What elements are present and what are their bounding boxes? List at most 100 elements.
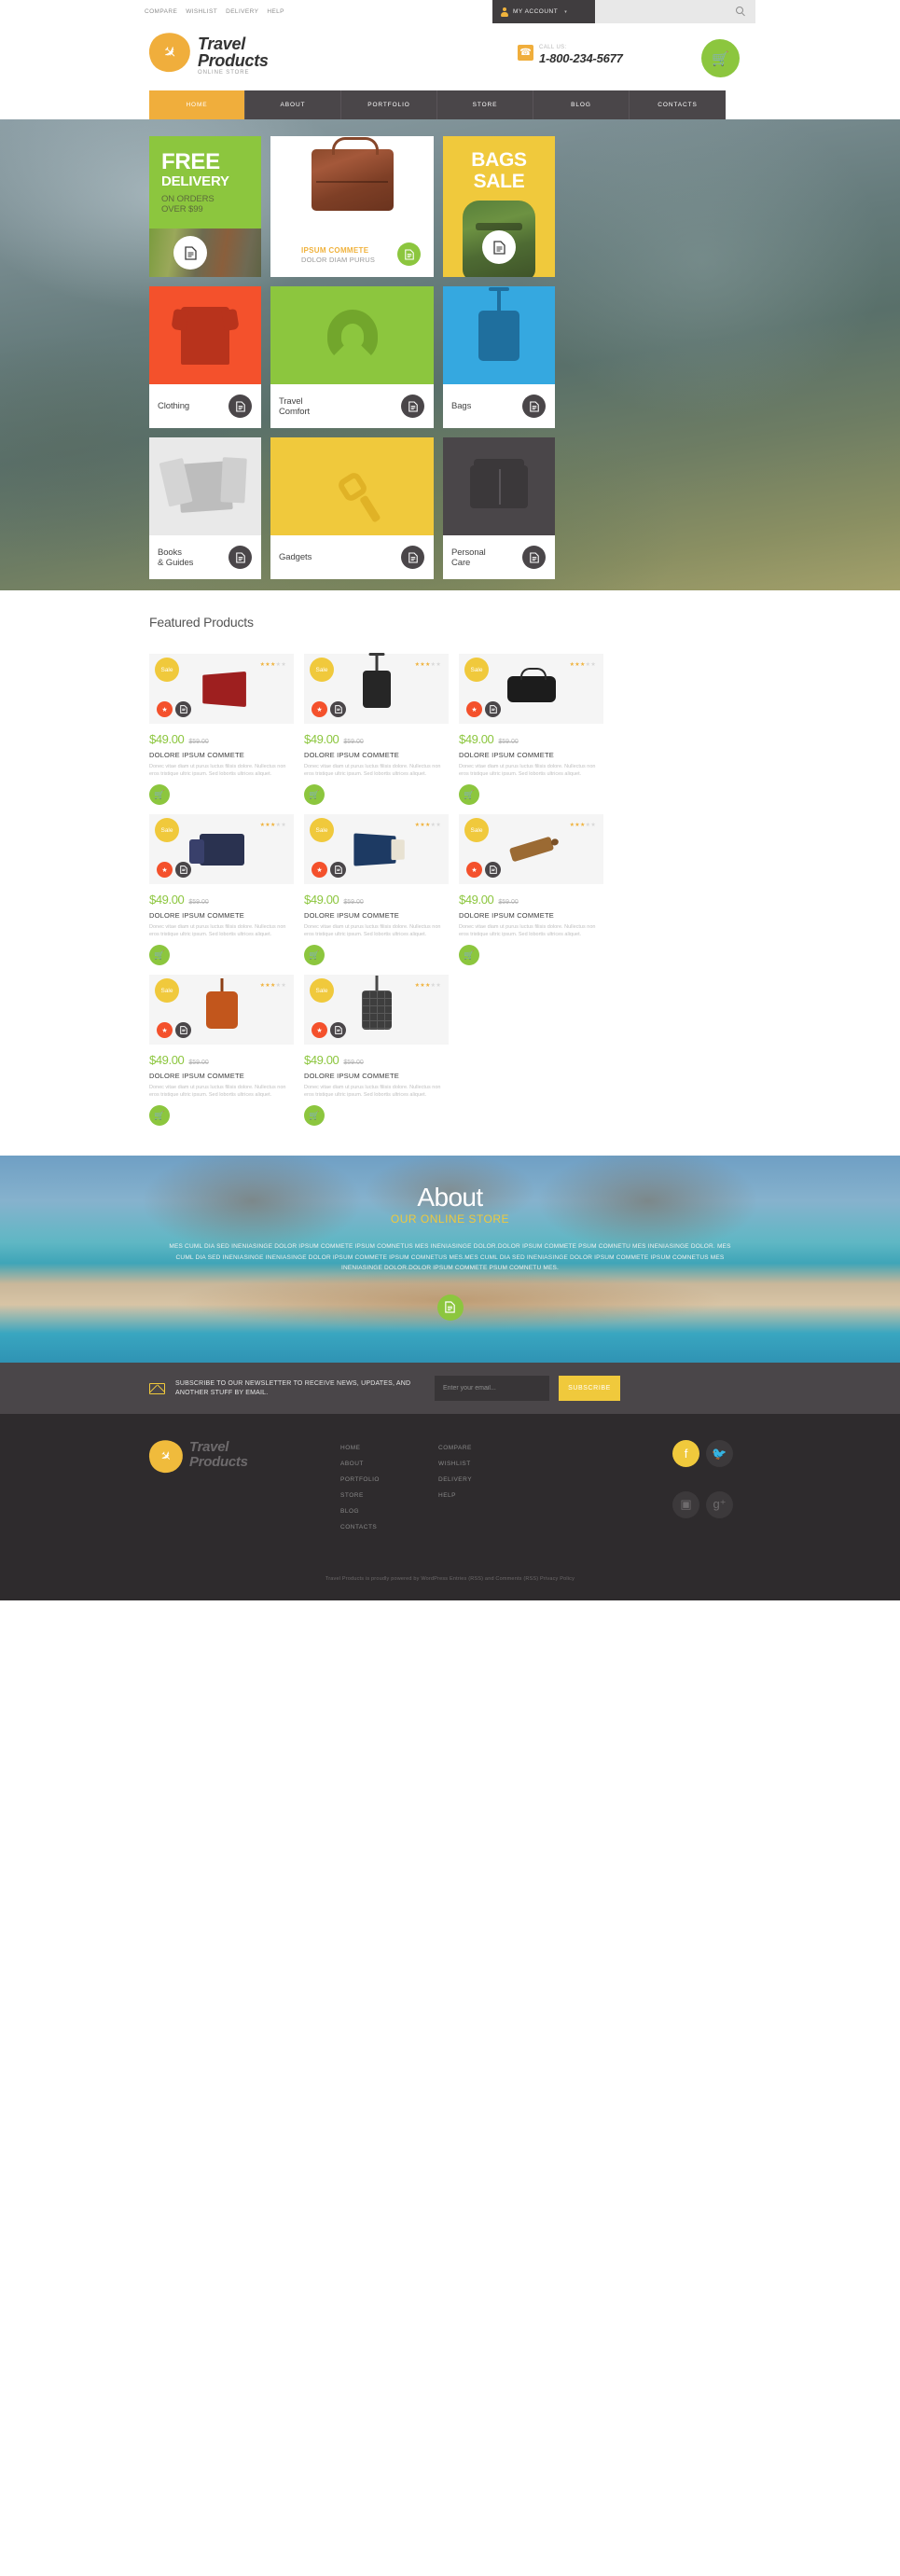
promo-bags-sale[interactable]: BAGS SALE xyxy=(443,136,555,277)
nav-item-blog[interactable]: BLOG xyxy=(533,90,630,119)
product-thumbnail-suitcase xyxy=(362,670,391,708)
instagram-icon[interactable]: ▣ xyxy=(672,1490,699,1518)
add-to-cart-button[interactable]: 🛒 xyxy=(149,1105,170,1126)
add-to-wishlist-button[interactable]: ★ xyxy=(157,701,173,717)
add-to-compare-button[interactable] xyxy=(330,862,346,878)
footer-link-about[interactable]: ABOUT xyxy=(340,1456,438,1472)
product-description: Donec vitae diam ut purus luctus filisis… xyxy=(459,924,596,937)
top-link-wishlist[interactable]: WISHLIST xyxy=(186,8,217,15)
search-icon[interactable] xyxy=(736,7,743,14)
product-card[interactable]: Sale ★★★★★ ★ $49.00 $59.00 DOLORE IPSUM COMME… xyxy=(459,814,603,965)
category-image-travel-comfort xyxy=(270,286,434,384)
promo-center-doc-button[interactable] xyxy=(397,242,421,266)
category-tile-clothing[interactable]: Clothing xyxy=(149,286,261,428)
add-to-compare-button[interactable] xyxy=(330,701,346,717)
footer-link-help[interactable]: HELP xyxy=(438,1488,536,1503)
top-link-compare[interactable]: COMPARE xyxy=(145,8,177,15)
add-to-wishlist-button[interactable]: ★ xyxy=(157,862,173,878)
footer-link-compare[interactable]: COMPARE xyxy=(438,1440,536,1456)
category-tile-books-guides[interactable]: Books & Guides xyxy=(149,437,261,579)
newsletter-bar: SUBSCRIBE TO OUR NEWSLETTER TO RECEIVE N… xyxy=(0,1363,900,1414)
add-to-wishlist-button[interactable]: ★ xyxy=(466,701,482,717)
add-to-cart-button[interactable]: 🛒 xyxy=(149,945,170,965)
category-tile-bags[interactable]: Bags xyxy=(443,286,555,428)
footer-link-contacts[interactable]: CONTACTS xyxy=(340,1519,438,1535)
nav-item-portfolio[interactable]: PORTFOLIO xyxy=(341,90,437,119)
footer-link-store[interactable]: STORE xyxy=(340,1488,438,1503)
footer-nav-column-1: HOME ABOUT PORTFOLIO STORE BLOG CONTACTS xyxy=(340,1440,438,1535)
add-to-compare-button[interactable] xyxy=(330,1022,346,1038)
footer-link-blog[interactable]: BLOG xyxy=(340,1503,438,1519)
facebook-icon[interactable]: f xyxy=(672,1440,699,1467)
product-card[interactable]: Sale ★★★★★ ★ $49.00 $59.00 DOLORE IPSUM COMME… xyxy=(304,814,449,965)
product-card[interactable]: Sale ★★★★★ ★ $49.00 $59.00 DOLORE IPSUM COMME… xyxy=(149,975,294,1126)
category-label-clothing: Clothing xyxy=(158,401,190,411)
add-to-compare-button[interactable] xyxy=(175,862,191,878)
category-tile-personal-care[interactable]: Personal Care xyxy=(443,437,555,579)
add-to-cart-button[interactable]: 🛒 xyxy=(459,945,479,965)
add-to-compare-button[interactable] xyxy=(175,1022,191,1038)
my-account-menu[interactable]: MY ACCOUNT ▾ xyxy=(492,0,595,23)
nav-item-home[interactable]: HOME xyxy=(149,90,245,119)
add-to-cart-button[interactable]: 🛒 xyxy=(304,784,325,805)
twitter-icon[interactable]: 🐦 xyxy=(706,1440,733,1467)
add-to-wishlist-button[interactable]: ★ xyxy=(312,862,327,878)
nav-item-about[interactable]: ABOUT xyxy=(245,90,341,119)
add-to-compare-button[interactable] xyxy=(175,701,191,717)
promo-featured-bag[interactable]: IPSUM COMMETE DOLOR DIAM PURUS xyxy=(270,136,434,277)
category-doc-button-personal-care[interactable] xyxy=(522,546,546,569)
footer-link-portfolio[interactable]: PORTFOLIO xyxy=(340,1472,438,1488)
category-doc-button-travel-comfort[interactable] xyxy=(401,395,424,418)
promo-free-delivery[interactable]: FREE DELIVERY ON ORDERS OVER $99 xyxy=(149,136,261,277)
newsletter-email-input[interactable] xyxy=(435,1376,549,1401)
about-doc-button[interactable] xyxy=(436,1294,464,1321)
google-plus-icon[interactable]: g⁺ xyxy=(706,1490,733,1518)
top-link-delivery[interactable]: DELIVERY xyxy=(226,8,258,15)
about-title: About xyxy=(417,1183,483,1212)
add-to-wishlist-button[interactable]: ★ xyxy=(312,1022,327,1038)
category-tile-gadgets[interactable]: Gadgets xyxy=(270,437,434,579)
category-doc-button-books-guides[interactable] xyxy=(228,546,252,569)
add-to-compare-button[interactable] xyxy=(485,862,501,878)
product-name: DOLORE IPSUM COMMETE xyxy=(149,1072,244,1080)
add-to-wishlist-button[interactable]: ★ xyxy=(466,862,482,878)
product-card[interactable]: Sale ★★★★★ ★ $49.00 $59.00 DOLORE IPSUM COMME… xyxy=(304,975,449,1126)
category-doc-button-bags[interactable] xyxy=(522,395,546,418)
footer-logo-line2: Products xyxy=(189,1454,248,1470)
sale-badge: Sale xyxy=(310,818,334,842)
product-prices: $49.00 $59.00 xyxy=(459,893,603,907)
category-tile-travel-comfort[interactable]: Travel Comfort xyxy=(270,286,434,428)
product-price-old: $59.00 xyxy=(343,1059,364,1066)
footer-logo[interactable]: ✈ Travel Products xyxy=(145,1436,340,1535)
footer-link-wishlist[interactable]: WISHLIST xyxy=(438,1456,536,1472)
add-to-wishlist-button[interactable]: ★ xyxy=(312,701,327,717)
footer-link-home[interactable]: HOME xyxy=(340,1440,438,1456)
product-card[interactable]: Sale ★★★★★ ★ $49.00 $59.00 DOLORE IPSUM COMME… xyxy=(149,814,294,965)
add-to-cart-button[interactable]: 🛒 xyxy=(459,784,479,805)
category-doc-button-clothing[interactable] xyxy=(228,395,252,418)
top-link-help[interactable]: HELP xyxy=(267,8,284,15)
nav-item-contacts[interactable]: CONTACTS xyxy=(630,90,726,119)
promo-free-doc-button[interactable] xyxy=(173,236,207,270)
search-input[interactable] xyxy=(595,0,755,23)
product-card[interactable]: Sale ★★★★★ ★ $49.00 $59.00 DOLORE IPSUM COMME… xyxy=(149,654,294,805)
category-doc-button-gadgets[interactable] xyxy=(401,546,424,569)
footer-link-delivery[interactable]: DELIVERY xyxy=(438,1472,536,1488)
add-to-cart-button[interactable]: 🛒 xyxy=(304,945,325,965)
add-to-wishlist-button[interactable]: ★ xyxy=(157,1022,173,1038)
product-card[interactable]: Sale ★★★★★ ★ $49.00 $59.00 DOLORE IPSUM COMME… xyxy=(304,654,449,805)
add-to-cart-button[interactable]: 🛒 xyxy=(149,784,170,805)
add-to-cart-button[interactable]: 🛒 xyxy=(304,1105,325,1126)
document-icon xyxy=(408,400,418,412)
product-grid: Sale ★ ★ ★ ★ ★ ★ $49.00 $59.00 DOLORE IPSUM COMME… xyxy=(149,654,755,1126)
category-label-gadgets: Gadgets xyxy=(279,552,312,562)
document-icon xyxy=(445,1301,455,1313)
promo-bags-doc-button[interactable] xyxy=(482,230,516,264)
product-card[interactable]: Sale ★★★★★ ★ $49.00 $59.00 DOLORE IPSUM COMME… xyxy=(459,654,603,805)
cart-button[interactable]: 🛒 xyxy=(701,39,740,77)
product-thumbnail-passport xyxy=(353,832,395,866)
logo[interactable]: ✈ Travel Products ONLINE STORE xyxy=(145,28,269,76)
add-to-compare-button[interactable] xyxy=(485,701,501,717)
nav-item-store[interactable]: STORE xyxy=(437,90,533,119)
subscribe-button[interactable]: SUBSCRIBE xyxy=(559,1376,620,1401)
